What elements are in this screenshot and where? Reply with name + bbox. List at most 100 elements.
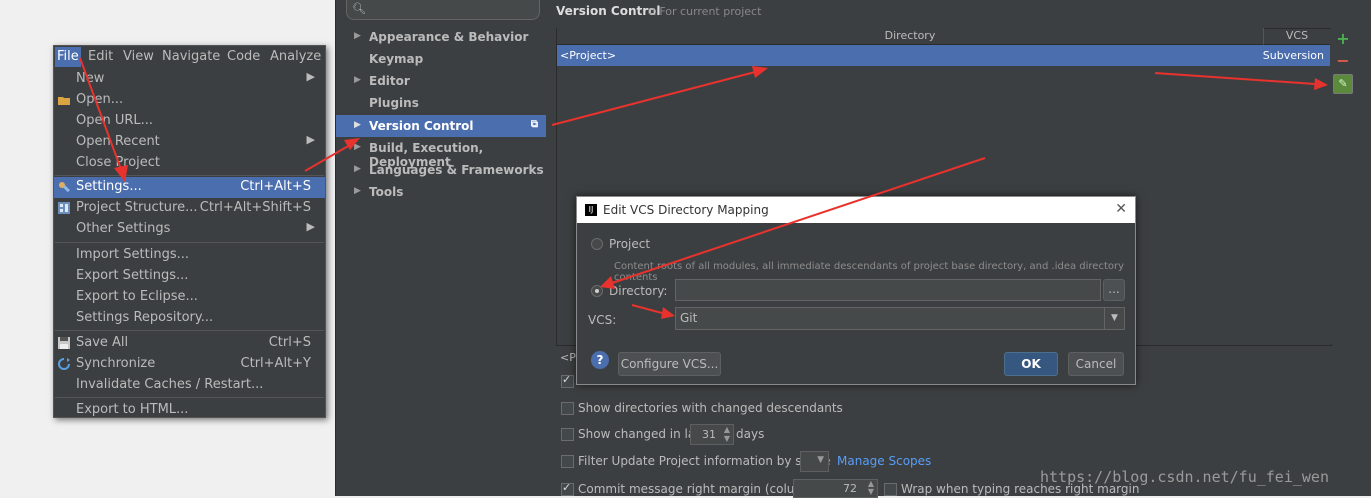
menu-item-shortcut: Ctrl+Alt+Shift+S — [199, 200, 311, 215]
menu-item-label: Open URL... — [76, 113, 154, 128]
add-icon[interactable]: + — [1333, 29, 1353, 49]
menu-view[interactable]: View — [123, 49, 154, 64]
menu-item-shortcut: Ctrl+S — [268, 335, 311, 350]
tree-version-control[interactable]: ▶ Version Control ⧉ — [336, 115, 546, 137]
menu-item-export-html[interactable]: Export to HTML... — [54, 400, 325, 417]
menu-item-settings-repository[interactable]: Settings Repository... — [54, 308, 325, 329]
menu-separator — [55, 242, 324, 243]
project-radio[interactable] — [591, 238, 603, 250]
expand-arrow-icon: ▶ — [354, 164, 361, 174]
wrap-checkbox[interactable] — [884, 483, 897, 496]
menu-separator — [55, 330, 324, 331]
copy-project-icon: ⧉ — [530, 119, 538, 130]
watermark: https://blog.csdn.net/fu_fei_wen — [1040, 468, 1329, 486]
tree-keymap[interactable]: Keymap — [336, 48, 546, 70]
configure-vcs-button[interactable]: Configure VCS... — [618, 352, 721, 376]
menu-edit[interactable]: Edit — [88, 49, 113, 64]
wrench-icon — [57, 180, 71, 194]
menu-item-settings[interactable]: Settings... Ctrl+Alt+S — [54, 177, 325, 198]
menu-item-open-recent[interactable]: Open Recent ▶ — [54, 132, 325, 153]
menu-analyze[interactable]: Analyze — [270, 49, 321, 64]
menu-separator — [55, 397, 324, 398]
menu-item-import-settings[interactable]: Import Settings... — [54, 245, 325, 266]
menu-item-invalidate-caches[interactable]: Invalidate Caches / Restart... — [54, 375, 325, 396]
edit-vcs-mapping-dialog: IJ Edit VCS Directory Mapping ✕ Project … — [576, 196, 1136, 385]
changed-descendants-checkbox[interactable] — [561, 402, 574, 415]
commit-margin-checkbox[interactable] — [561, 481, 574, 496]
menu-file[interactable]: File — [55, 47, 81, 67]
tree-plugins[interactable]: Plugins — [336, 92, 546, 114]
scope-select[interactable]: ▼ — [800, 451, 829, 472]
submenu-arrow-icon: ▶ — [306, 133, 315, 146]
column-header-directory[interactable]: Directory — [557, 28, 1264, 45]
tree-languages[interactable]: ▶ Languages & Frameworks — [336, 159, 546, 181]
vcs-select[interactable]: Git ▼ — [675, 307, 1125, 330]
menu-item-save-all[interactable]: Save All Ctrl+S — [54, 333, 325, 354]
help-icon[interactable]: ? — [591, 351, 609, 369]
menu-item-label: Other Settings — [76, 221, 171, 236]
vcs-label: VCS: — [588, 313, 617, 327]
submenu-arrow-icon: ▶ — [306, 220, 315, 233]
filter-update-checkbox[interactable] — [561, 455, 574, 468]
commit-margin-label: Commit message right margin (columns): — [578, 482, 829, 496]
menu-item-close-project[interactable]: Close Project — [54, 153, 325, 174]
cell-vcs: Subversion — [1262, 49, 1324, 62]
tree-build[interactable]: ▶ Build, Execution, Deployment — [336, 137, 546, 169]
menu-code[interactable]: Code — [227, 49, 260, 64]
intellij-app-icon: IJ — [585, 204, 597, 216]
remove-icon[interactable]: − — [1333, 51, 1353, 71]
tree-editor[interactable]: ▶ Editor — [336, 70, 546, 92]
tree-label: Version Control — [369, 119, 474, 133]
directory-input[interactable] — [675, 279, 1101, 301]
directory-radio[interactable] — [591, 285, 603, 297]
dialog-titlebar[interactable]: IJ Edit VCS Directory Mapping ✕ — [577, 197, 1135, 223]
vcs-selected-value: Git — [680, 311, 698, 325]
close-icon[interactable]: ✕ — [1115, 201, 1127, 217]
browse-button[interactable]: ... — [1103, 279, 1125, 301]
settings-search-input[interactable]: 🔍︎ — [346, 0, 540, 20]
tree-appearance[interactable]: ▶ Appearance & Behavior — [336, 26, 546, 48]
sync-icon — [57, 357, 71, 371]
menu-item-new[interactable]: New ▶ — [54, 69, 325, 90]
menu-item-label: Export to Eclipse... — [76, 289, 198, 304]
project-radio-label: Project — [609, 237, 651, 251]
changed-in-last-checkbox[interactable] — [561, 428, 574, 441]
menu-item-project-structure[interactable]: Project Structure... Ctrl+Alt+Shift+S — [54, 198, 325, 219]
tree-tools[interactable]: ▶ Tools — [336, 181, 546, 203]
cell-directory: <Project> — [560, 49, 617, 62]
changed-days-stepper[interactable]: 31 ▲ ▼ — [690, 424, 734, 445]
expand-arrow-icon: ▶ — [354, 75, 361, 85]
cancel-button[interactable]: Cancel — [1068, 352, 1124, 376]
edit-icon[interactable]: ✎ — [1333, 74, 1353, 94]
menu-item-open[interactable]: Open... — [54, 90, 325, 111]
chevron-down-icon: ▼ — [1104, 308, 1124, 329]
menu-item-other-settings[interactable]: Other Settings ▶ — [54, 219, 325, 240]
menu-item-label: Open Recent — [76, 134, 160, 149]
menu-separator — [55, 175, 324, 176]
manage-scopes-link[interactable]: Manage Scopes — [837, 454, 931, 468]
ok-button[interactable]: OK — [1004, 352, 1058, 376]
menu-item-open-url[interactable]: Open URL... — [54, 111, 325, 132]
menu-item-shortcut: Ctrl+Alt+Y — [240, 356, 311, 371]
menu-item-export-settings[interactable]: Export Settings... — [54, 266, 325, 287]
commit-margin-stepper[interactable]: 72 ▲ ▼ — [793, 479, 878, 498]
menu-item-label: Export Settings... — [76, 268, 189, 283]
file-menu: File Edit View Navigate Code Analyze New… — [53, 45, 326, 418]
limit-history-checkbox[interactable] — [561, 373, 574, 388]
column-header-vcs[interactable]: VCS — [1264, 28, 1330, 45]
page-subtitle: ⧉ For current project — [648, 5, 761, 19]
table-row[interactable]: <Project> Subversion — [557, 45, 1330, 66]
page-title: Version Control — [556, 4, 661, 18]
changed-descendants-label: Show directories with changed descendant… — [578, 401, 843, 415]
menu-item-synchronize[interactable]: Synchronize Ctrl+Alt+Y — [54, 354, 325, 375]
menu-item-label: Open... — [76, 92, 124, 107]
menu-item-label: Save All — [76, 335, 129, 350]
expand-arrow-icon: ▶ — [354, 31, 361, 41]
menu-navigate[interactable]: Navigate — [162, 49, 220, 64]
menu-item-export-eclipse[interactable]: Export to Eclipse... — [54, 287, 325, 308]
menu-item-label: Synchronize — [76, 356, 156, 371]
submenu-arrow-icon: ▶ — [306, 70, 315, 83]
menu-item-label: Invalidate Caches / Restart... — [76, 377, 264, 392]
project-structure-icon — [57, 201, 71, 215]
menu-item-label: New — [76, 71, 105, 86]
